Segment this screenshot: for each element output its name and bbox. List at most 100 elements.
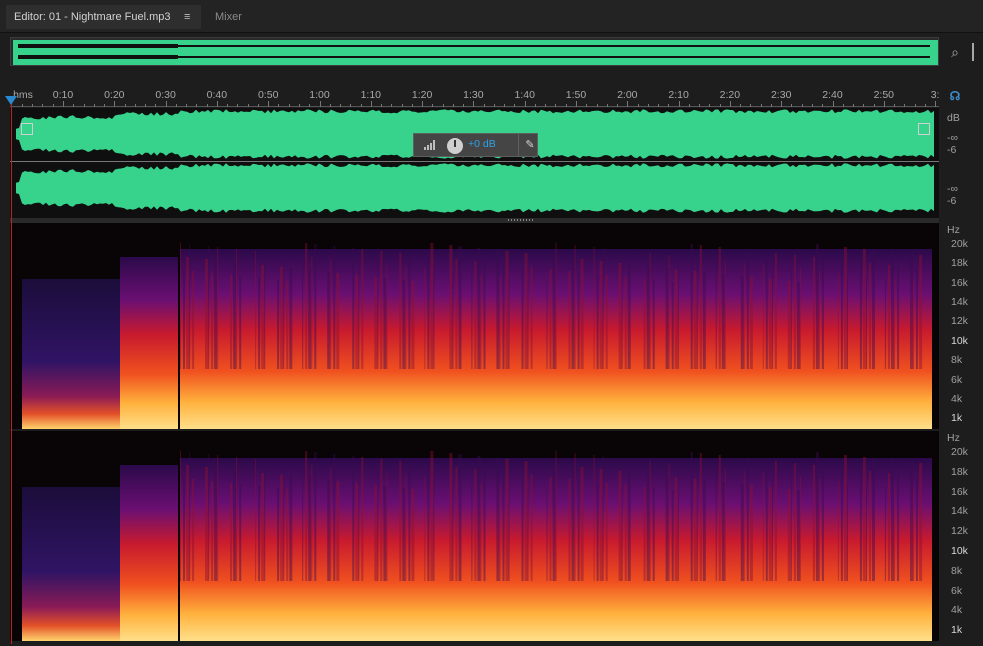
spectral-streak: [749, 485, 753, 581]
spectral-streak: [277, 280, 280, 369]
time-minor-tick: [811, 104, 813, 107]
spectral-streak: [183, 478, 185, 581]
spectral-streak: [768, 487, 772, 581]
spectral-streak: [449, 453, 453, 581]
spectral-streak: [718, 455, 721, 581]
spectral-streak: [621, 250, 623, 369]
spectral-streak: [740, 276, 744, 369]
time-minor-tick: [237, 104, 239, 107]
time-tick-label: 3:: [930, 89, 940, 101]
spectral-streak: [762, 473, 764, 581]
time-minor-tick: [401, 104, 403, 107]
ruler-baseline: [10, 106, 939, 107]
spectral-streak: [866, 276, 867, 369]
divider-handle[interactable]: [508, 219, 534, 221]
time-minor-tick: [709, 104, 711, 107]
time-tick: [473, 101, 475, 107]
time-minor-tick: [914, 104, 916, 107]
spectral-streak: [480, 275, 482, 369]
time-tick-label: 2:00: [617, 89, 638, 101]
gain-hud[interactable]: +0 dB ✎: [413, 133, 538, 157]
spectral-streak: [380, 251, 383, 369]
frequency-label: 10k: [951, 334, 968, 347]
spectral-streak: [837, 273, 839, 369]
spectral-streak: [771, 266, 773, 369]
spectral-streak: [913, 281, 914, 369]
fade-out-handle[interactable]: [918, 123, 930, 135]
frequency-label: 16k: [951, 276, 968, 289]
spectral-view-right[interactable]: [10, 431, 939, 641]
spectral-view-left[interactable]: [10, 223, 939, 429]
time-tick: [370, 101, 372, 107]
spectral-streak: [799, 477, 801, 581]
spectral-streak: [866, 484, 867, 581]
time-minor-tick: [514, 104, 516, 107]
tab-mixer[interactable]: Mixer: [215, 5, 242, 29]
time-minor-tick: [391, 104, 393, 107]
spectral-streak: [593, 455, 595, 581]
spectral-streak: [483, 262, 486, 369]
spectral-streak: [746, 250, 749, 369]
spectral-streak: [862, 457, 866, 581]
spectral-streak: [649, 253, 651, 369]
time-minor-tick: [452, 104, 454, 107]
frequency-scale-right: Hz 20k 18k 16k 14k 12k 10k 8k 6k 4k 1k: [943, 432, 981, 642]
spectral-streak: [208, 246, 210, 369]
time-minor-tick: [381, 104, 383, 107]
frequency-label: 4k: [951, 604, 963, 617]
tab-menu-icon[interactable]: ≡: [184, 5, 190, 29]
spectral-streak: [286, 489, 289, 581]
frequency-label: 8k: [951, 564, 963, 577]
tab-bar: Editor: 01 - Nightmare Fuel.mp3 ≡ Mixer: [0, 0, 983, 33]
spectral-streak: [627, 472, 631, 581]
time-minor-tick: [504, 104, 506, 107]
spectral-streak: [796, 490, 800, 581]
spectral-streak: [183, 270, 185, 369]
playhead[interactable]: [11, 97, 12, 644]
spectral-streak: [847, 274, 848, 369]
spectral-streak: [521, 474, 524, 581]
tab-editor[interactable]: Editor: 01 - Nightmare Fuel.mp3 ≡: [6, 5, 201, 29]
spectral-streak: [869, 263, 871, 369]
spectral-streak: [508, 486, 510, 581]
spectral-streak: [264, 460, 266, 581]
spectral-streak: [671, 490, 674, 581]
spectral-streak: [330, 259, 332, 369]
spectral-streak: [358, 470, 360, 581]
time-minor-tick: [134, 104, 136, 107]
time-minor-tick: [617, 104, 619, 107]
spectral-streak: [746, 458, 749, 581]
panel-icon[interactable]: [972, 43, 983, 61]
pin-icon[interactable]: ✎: [525, 138, 535, 152]
waveform-view[interactable]: [10, 108, 939, 218]
fade-in-handle[interactable]: [21, 123, 33, 135]
spectral-streak: [277, 488, 280, 581]
waveform-svg: [10, 108, 939, 218]
time-minor-tick: [586, 104, 588, 107]
time-minor-tick: [606, 104, 608, 107]
spectral-streak: [386, 473, 388, 581]
spectral-streak: [399, 461, 402, 581]
spectral-streak: [333, 454, 336, 581]
frequency-label: 1k: [951, 624, 963, 637]
time-ruler[interactable]: hms 0:10 0:20 0:30 0:40 0:50 1:00 1:10 1:20 1:30…: [10, 86, 939, 107]
spectral-streak: [872, 250, 875, 369]
time-minor-tick: [699, 104, 701, 107]
spectral-streak: [452, 480, 454, 581]
spectral-streak: [555, 451, 557, 581]
time-minor-tick: [155, 104, 157, 107]
time-tick: [268, 101, 270, 107]
gain-knob[interactable]: [447, 138, 463, 154]
spectral-streak: [308, 270, 312, 369]
zoom-icon[interactable]: ⌕: [946, 43, 964, 61]
time-tick: [832, 101, 834, 107]
headphones-icon[interactable]: ☊: [948, 89, 962, 103]
spectral-streak: [496, 250, 500, 369]
spectral-streak: [646, 266, 650, 369]
spectral-streak: [239, 484, 242, 581]
playhead-handle[interactable]: [5, 96, 17, 105]
frequency-label: 18k: [951, 257, 968, 270]
spectral-streak: [913, 489, 914, 581]
waveform-overview[interactable]: [10, 37, 939, 66]
spectral-streak: [430, 451, 434, 581]
